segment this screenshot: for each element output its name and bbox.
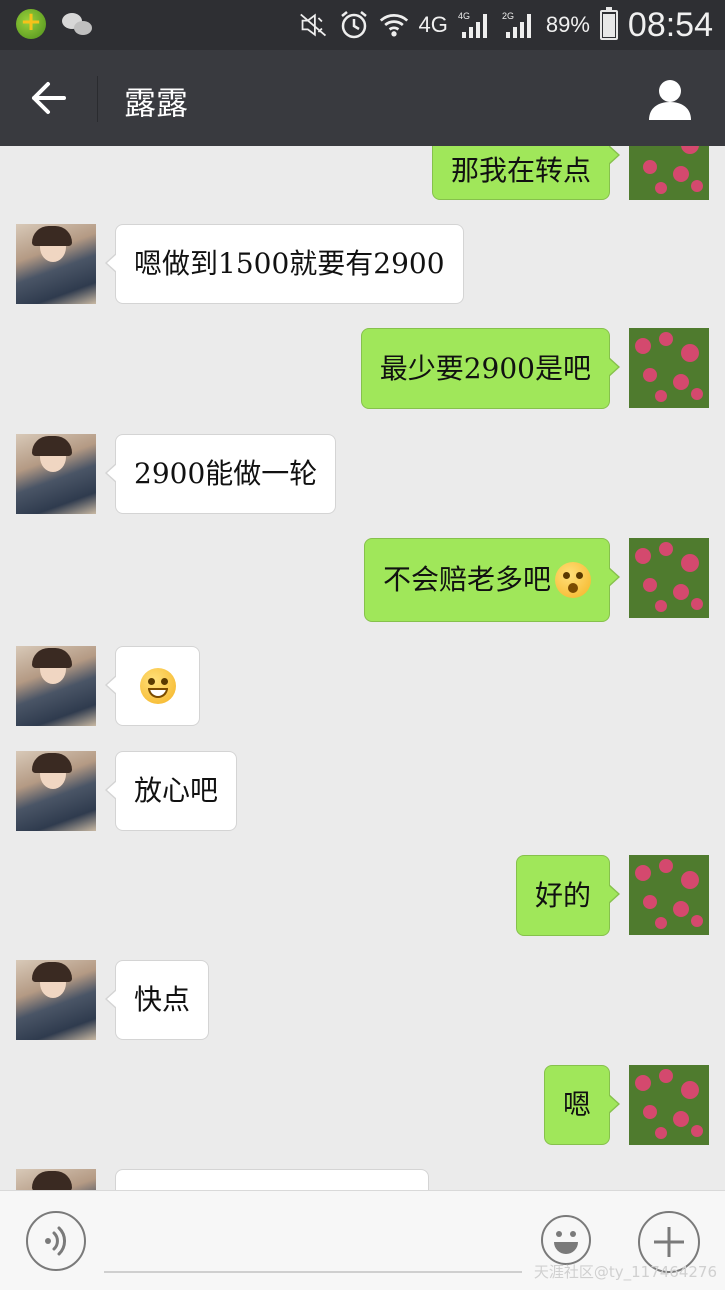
smiley-icon (554, 1231, 578, 1254)
signal-2g-icon: 2G (502, 10, 536, 40)
my-avatar[interactable] (629, 538, 709, 618)
my-avatar[interactable] (629, 328, 709, 408)
message-bubble-received[interactable]: 2900能做一轮 (104, 434, 337, 514)
message-bubble-received[interactable] (105, 646, 200, 726)
alarm-icon (339, 10, 369, 40)
voice-icon (45, 1226, 66, 1256)
voice-input-button[interactable] (26, 1211, 86, 1271)
message-bubble-received[interactable] (115, 1169, 429, 1190)
message-text: 最少要2900是吧 (379, 351, 591, 385)
wechat-notification-icon (62, 9, 92, 39)
message-text: 那我在转点 (450, 154, 591, 187)
grinning-face-icon (139, 668, 176, 704)
input-bar: 天涯社区@ty_117464276 (0, 1190, 725, 1290)
signal-4g-icon: 4G (458, 10, 492, 40)
svg-text:2G: 2G (502, 11, 514, 21)
my-avatar[interactable] (629, 855, 709, 935)
message-text: 嗯做到1500就要有2900 (134, 247, 445, 280)
message-bubble-received[interactable]: 快点 (104, 960, 210, 1040)
shocked-face-icon (555, 562, 591, 598)
message-text: 好的 (534, 878, 591, 912)
my-avatar[interactable] (629, 1065, 709, 1145)
wifi-icon (379, 10, 409, 40)
contact-avatar[interactable] (16, 960, 96, 1040)
message-text: 嗯 (562, 1088, 591, 1121)
message-text: 2900能做一轮 (134, 457, 318, 490)
battery-percent: 89% (545, 12, 590, 37)
emoji-button[interactable] (541, 1215, 591, 1265)
message-bubble-sent[interactable]: 那我在转点 (431, 146, 621, 200)
message-bubble-sent[interactable]: 好的 (515, 855, 621, 936)
contact-avatar[interactable] (16, 434, 96, 514)
chat-info-button[interactable] (647, 76, 693, 122)
message-bubble-sent[interactable]: 不会赔老多吧 (363, 538, 621, 622)
message-bubble-sent[interactable]: 最少要2900是吧 (360, 328, 621, 409)
header-divider (97, 76, 98, 122)
my-avatar[interactable] (629, 146, 709, 200)
contact-avatar[interactable] (16, 224, 96, 304)
person-icon (649, 80, 691, 120)
status-bar: 4G 4G 2G 89% 08:54 (0, 0, 725, 50)
message-list[interactable]: 那我在转点 嗯做到1500就要有2900 最少要2900是吧 2900能做一轮 … (0, 146, 725, 1190)
message-input[interactable] (104, 1271, 522, 1273)
message-text: 不会赔老多吧 (382, 563, 551, 596)
security-app-icon (16, 7, 46, 39)
back-button[interactable] (28, 80, 68, 116)
message-text: 放心吧 (134, 774, 219, 807)
contact-avatar[interactable] (16, 646, 96, 726)
contact-avatar[interactable] (16, 1169, 96, 1190)
message-bubble-received[interactable]: 嗯做到1500就要有2900 (105, 224, 464, 304)
network-type-label: 4G (418, 12, 448, 37)
svg-text:4G: 4G (458, 11, 470, 21)
mute-icon (299, 10, 329, 40)
message-bubble-received[interactable]: 放心吧 (104, 751, 238, 831)
message-bubble-sent[interactable]: 嗯 (543, 1065, 621, 1145)
back-arrow-icon (32, 82, 66, 114)
watermark: 天涯社区@ty_117464276 (533, 1263, 717, 1281)
contact-name: 露露 (124, 84, 189, 122)
contact-avatar[interactable] (16, 751, 96, 831)
message-text: 快点 (134, 983, 191, 1016)
clock: 08:54 (627, 5, 713, 44)
battery-icon (599, 7, 618, 40)
chat-header: 露露 (0, 50, 725, 146)
